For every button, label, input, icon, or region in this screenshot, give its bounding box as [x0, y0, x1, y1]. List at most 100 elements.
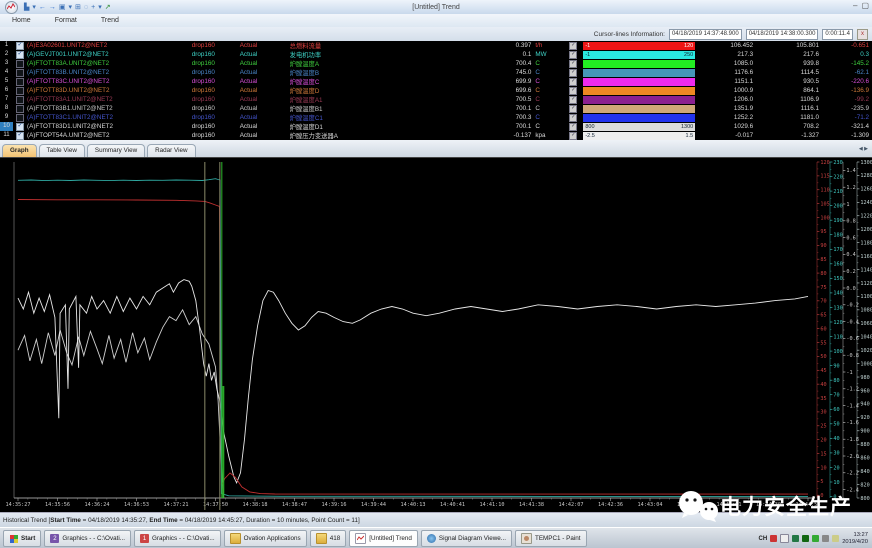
table-row[interactable]: 9(A)FTOTT83C1.UNIT2@NET2drop160Actual炉膛温… — [0, 113, 872, 122]
graphics-1-icon: 1 — [140, 534, 149, 543]
row-number: 9 — [0, 113, 13, 122]
svg-text:50: 50 — [820, 354, 826, 360]
taskbar-item[interactable]: TEMPC1 - Paint — [515, 530, 587, 547]
scale-color-bar — [583, 87, 695, 95]
tray-icon[interactable] — [802, 535, 809, 542]
scale-checkbox[interactable]: ✓ — [569, 78, 577, 86]
scale-checkbox[interactable]: ✓ — [569, 123, 577, 131]
svg-text:200: 200 — [833, 203, 842, 209]
cursor-delta-value: 0.3 — [819, 51, 872, 58]
scale-checkbox[interactable]: ✓ — [569, 87, 577, 95]
svg-text:14:39:44: 14:39:44 — [361, 502, 386, 508]
svg-text:40: 40 — [820, 382, 826, 388]
tray-icon[interactable] — [792, 535, 799, 542]
cursor2-value: 1116.1 — [753, 105, 819, 112]
row-checkbox-cell — [13, 60, 27, 68]
table-row[interactable]: 7(A)FTOTT83A1.UNIT2@NET2drop160Actual炉膛温… — [0, 95, 872, 104]
watermark-text: 电力安全生产 — [720, 491, 852, 521]
table-row[interactable]: 6(A)FTOTT83D.UNIT2@NET2drop160Actual炉膛温度… — [0, 86, 872, 95]
svg-text:40: 40 — [833, 436, 839, 442]
svg-text:140: 140 — [833, 291, 842, 297]
scale-checkbox[interactable]: ✓ — [569, 69, 577, 77]
visibility-checkbox[interactable] — [16, 96, 24, 104]
trend-graph[interactable]: 14:35:2714:35:5614:36:2414:36:5314:37:21… — [0, 157, 872, 513]
table-row[interactable]: 4(A)FTOTT83B.UNIT2@NET2drop160Actual炉膛温度… — [0, 68, 872, 77]
scale-checkbox[interactable]: ✓ — [569, 105, 577, 113]
taskbar-item[interactable]: 1Graphics - - C:\Ovati... — [134, 530, 221, 547]
table-row[interactable]: 1✓(A)E3A02601.UNIT2@NET2drop160Actual总燃料… — [0, 41, 872, 50]
visibility-checkbox[interactable] — [16, 105, 24, 113]
visibility-checkbox[interactable] — [16, 114, 24, 122]
cursor1-time-field[interactable]: 04/18/2019 14:37:48.900 — [669, 29, 742, 40]
table-row[interactable]: 8(A)FTOTT83B1.UNIT2@NET2drop160Actual炉膛温… — [0, 104, 872, 113]
svg-text:110: 110 — [820, 188, 829, 194]
svg-text:1100: 1100 — [860, 294, 872, 300]
cursor1-value: 1176.6 — [695, 69, 753, 76]
drop-name: drop160 — [192, 78, 240, 85]
tab-radar-view[interactable]: Radar View — [147, 144, 195, 157]
svg-text:900: 900 — [860, 429, 869, 435]
title-bar: ▙▾←→▣▾⊞◌+▾↗ [Untitled] Trend – ▢ — [0, 0, 872, 15]
cursor2-time-field[interactable]: 04/18/2019 14:38:00.300 — [746, 29, 819, 40]
signal-name: (A)FTOTT83C.UNIT2@NET2 — [27, 78, 192, 85]
scale-checkbox[interactable]: ✓ — [569, 114, 577, 122]
visibility-checkbox[interactable] — [16, 87, 24, 95]
tray-icon[interactable] — [822, 535, 829, 542]
tray-icon[interactable] — [780, 534, 789, 543]
tray-icon[interactable] — [832, 535, 839, 542]
tab-scroll-right-icon[interactable]: ▶ — [864, 146, 868, 152]
current-value: 0.1 — [459, 51, 531, 58]
svg-text:1240: 1240 — [860, 200, 872, 206]
signal-description: 炉膛温度B — [290, 68, 460, 77]
row-number: 3 — [0, 59, 13, 68]
visibility-checkbox[interactable] — [16, 78, 24, 86]
taskbar-item[interactable]: Ovation Applications — [224, 530, 307, 547]
maximize-button[interactable]: ▢ — [861, 1, 869, 10]
cursor-delta-value: -71.2 — [819, 114, 872, 121]
visibility-checkbox[interactable]: ✓ — [16, 132, 24, 140]
taskbar-item[interactable]: [Untitled] Trend — [349, 530, 418, 547]
taskbar-clock[interactable]: 13:27 2019/4/20 — [842, 532, 868, 545]
close-cursor-info-icon[interactable]: x — [857, 29, 868, 40]
scale-checkbox[interactable]: ✓ — [569, 51, 577, 59]
cursor2-value: 930.5 — [753, 78, 819, 85]
table-row[interactable]: 2✓(A)GEVJT001.UNIT2@NET2drop160Actual发电机… — [0, 50, 872, 59]
svg-text:14:43:04: 14:43:04 — [638, 502, 663, 508]
cursor-delta-field[interactable]: 0:00:11.4 — [822, 29, 853, 40]
taskbar-item[interactable]: 418 — [310, 530, 347, 547]
tab-summary-view[interactable]: Summary View — [87, 144, 145, 157]
scale-checkbox[interactable]: ✓ — [569, 132, 577, 140]
scale-min-label: -2.5 — [585, 133, 594, 139]
scale-checkbox[interactable]: ✓ — [569, 60, 577, 68]
signal-description: 炉膛温度C — [290, 77, 460, 86]
scale-checkbox[interactable]: ✓ — [569, 96, 577, 104]
table-row[interactable]: 10✓(A)FTOTT83D1.UNIT2@NET2drop160Actual炉… — [0, 122, 872, 131]
minimize-button[interactable]: – — [853, 1, 857, 10]
tab-graph[interactable]: Graph — [2, 144, 37, 157]
start-button[interactable]: Start — [3, 530, 41, 547]
taskbar-item[interactable]: 2Graphics - - C:\Ovati... — [44, 530, 131, 547]
scale-checkbox[interactable]: ✓ — [569, 42, 577, 50]
svg-text:110: 110 — [833, 334, 842, 340]
tray-icon[interactable] — [812, 535, 819, 542]
visibility-checkbox[interactable] — [16, 69, 24, 77]
tab-scroll-left-icon[interactable]: ◀ — [859, 146, 863, 152]
visibility-checkbox[interactable]: ✓ — [16, 42, 24, 50]
table-row[interactable]: 5(A)FTOTT83C.UNIT2@NET2drop160Actual炉膛温度… — [0, 77, 872, 86]
language-indicator[interactable]: CH — [759, 536, 768, 542]
menu-tab-format[interactable]: Format — [43, 17, 89, 24]
visibility-checkbox[interactable]: ✓ — [16, 51, 24, 59]
scale-checkbox-cell: ✓ — [563, 78, 583, 86]
svg-text:170: 170 — [833, 247, 842, 253]
menu-tab-trend[interactable]: Trend — [89, 17, 131, 24]
table-row[interactable]: 11✓(A)FTOPT54A.UNIT2@NET2drop160Actual炉膛… — [0, 131, 872, 140]
visibility-checkbox[interactable] — [16, 60, 24, 68]
tray-icon[interactable] — [770, 535, 777, 542]
svg-text:14:37:21: 14:37:21 — [164, 502, 189, 508]
table-row[interactable]: 3(A)FTOTT83A.UNIT2@NET2drop160Actual炉膛温度… — [0, 59, 872, 68]
menu-tab-home[interactable]: Home — [0, 17, 43, 24]
current-value: 700.1 — [459, 105, 531, 112]
visibility-checkbox[interactable]: ✓ — [16, 123, 24, 131]
taskbar-item[interactable]: Signal Diagram Viewe... — [421, 530, 512, 547]
tab-table-view[interactable]: Table View — [39, 144, 85, 157]
